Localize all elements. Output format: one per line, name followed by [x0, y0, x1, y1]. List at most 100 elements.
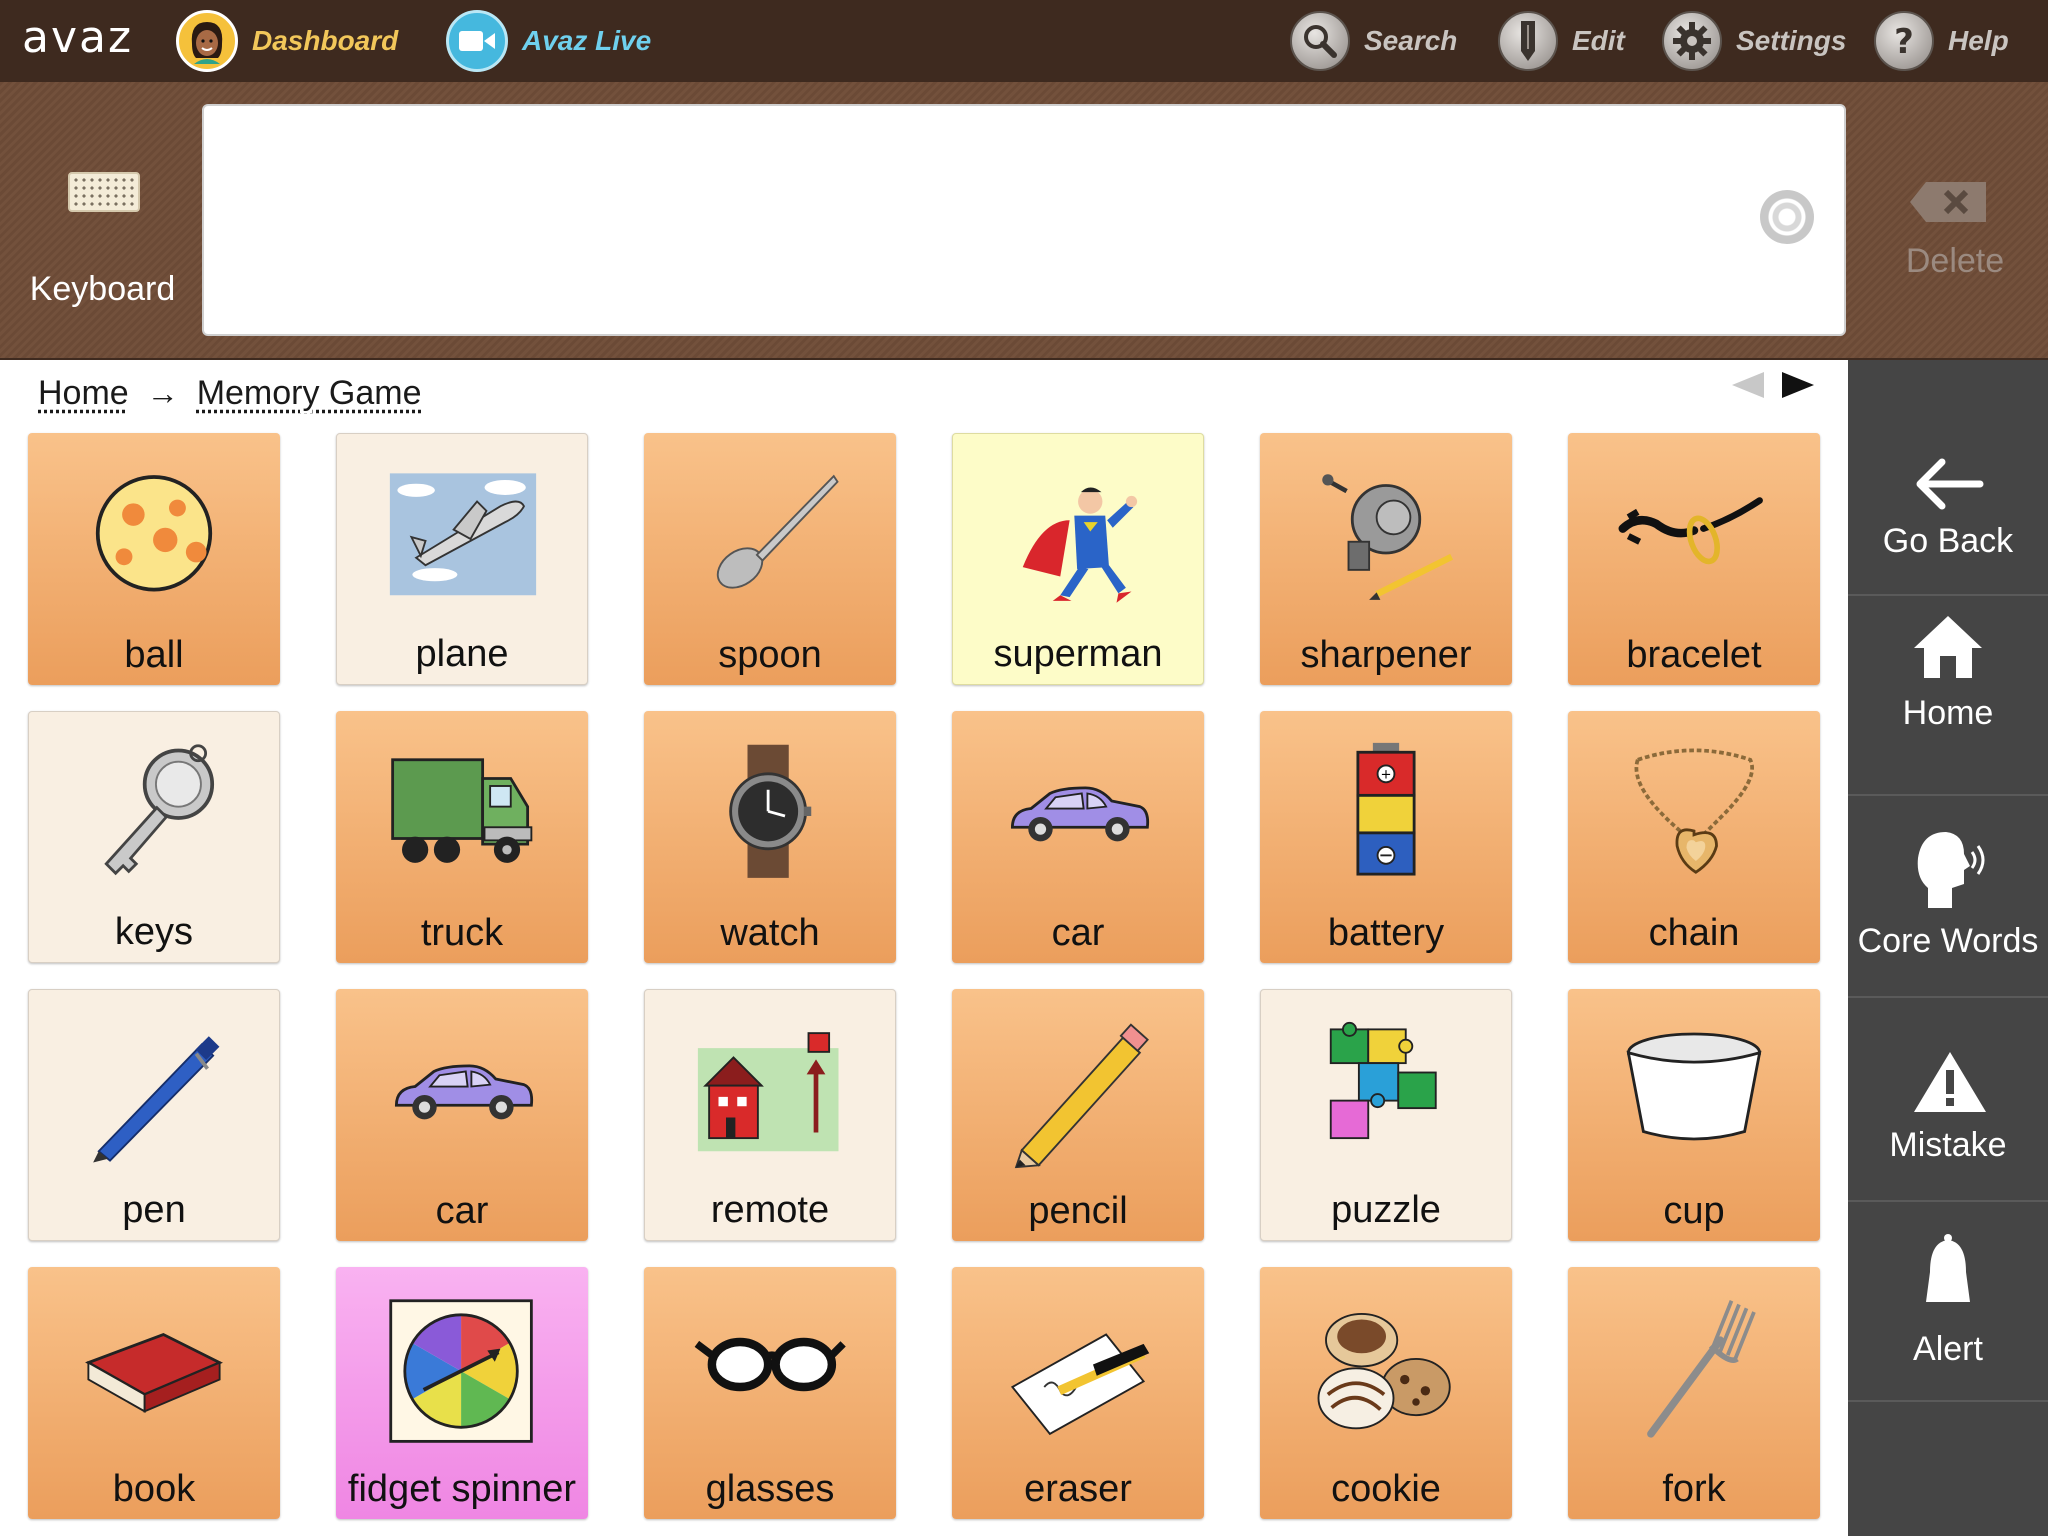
- keys-icon: [104, 744, 215, 876]
- gear-icon: [1662, 11, 1722, 71]
- speaking-head-icon: [1917, 832, 1985, 908]
- spoon-icon: [716, 474, 839, 589]
- word-tile[interactable]: car: [336, 989, 588, 1241]
- mistake-label: Mistake: [1889, 1126, 2007, 1164]
- word-tile-label: pencil: [1028, 1190, 1128, 1232]
- word-tile[interactable]: pencil: [952, 989, 1204, 1241]
- car-icon: [1010, 786, 1150, 842]
- settings-button[interactable]: Settings: [1662, 0, 1846, 82]
- ball-icon: [95, 475, 213, 592]
- previous-page-arrow-icon[interactable]: [1732, 372, 1764, 398]
- word-tile-label: fork: [1662, 1468, 1726, 1510]
- word-tile[interactable]: glasses: [644, 1267, 896, 1519]
- word-tile-label: spoon: [718, 634, 822, 676]
- speak-indicator-icon[interactable]: [1760, 190, 1814, 244]
- breadcrumb-current[interactable]: Memory Game: [197, 374, 422, 413]
- word-tile[interactable]: eraser: [952, 1267, 1204, 1519]
- warning-icon: [1914, 1052, 1986, 1112]
- word-tile-label: ball: [124, 634, 184, 676]
- chain-icon: [1634, 748, 1754, 874]
- word-tile[interactable]: plane: [336, 433, 588, 685]
- word-tile[interactable]: book: [28, 1267, 280, 1519]
- word-tile[interactable]: spoon: [644, 433, 896, 685]
- word-tile-label: pen: [122, 1189, 186, 1231]
- truck-icon: [391, 758, 533, 863]
- alert-button[interactable]: Alert: [1848, 1202, 2048, 1402]
- settings-label: Settings: [1736, 25, 1847, 56]
- breadcrumb: Home → Memory Game: [38, 374, 422, 413]
- help-label: Help: [1948, 25, 2009, 56]
- word-tile[interactable]: cup: [1568, 989, 1820, 1241]
- word-tile-label: cookie: [1331, 1468, 1441, 1510]
- next-page-arrow-icon[interactable]: [1782, 372, 1814, 398]
- cup-icon: [1626, 1032, 1762, 1141]
- cookie-icon: [1317, 1312, 1451, 1430]
- word-tile-label: remote: [710, 1189, 830, 1231]
- pen-icon: [93, 1036, 220, 1163]
- word-tile[interactable]: chain: [1568, 711, 1820, 963]
- avaz-live-button[interactable]: Avaz Live: [446, 0, 651, 82]
- alert-label: Alert: [1913, 1330, 1983, 1368]
- puzzle-icon: [1329, 1021, 1437, 1140]
- plane-icon: [389, 473, 537, 596]
- avatar: [176, 10, 238, 72]
- dashboard-button[interactable]: Dashboard: [176, 0, 398, 82]
- word-tile[interactable]: + battery: [1260, 711, 1512, 963]
- bell-icon: [1926, 1234, 1970, 1302]
- word-tile[interactable]: ball: [28, 433, 280, 685]
- pencil-edit-icon: [1498, 11, 1558, 71]
- avaz-live-label: Avaz Live: [522, 25, 652, 56]
- backspace-icon: [1910, 182, 1986, 222]
- arrow-left-icon: [1916, 458, 1984, 510]
- bracelet-icon: [1618, 497, 1763, 565]
- help-icon: ?: [1874, 11, 1934, 71]
- edit-button[interactable]: Edit: [1498, 0, 1625, 82]
- word-tile[interactable]: car: [952, 711, 1204, 963]
- word-tile[interactable]: bracelet: [1568, 433, 1820, 685]
- top-bar: avaz Dashboard Avaz Live Search Edit Set…: [0, 0, 2048, 82]
- word-tile[interactable]: sharpener: [1260, 433, 1512, 685]
- word-tile[interactable]: fork: [1568, 1267, 1820, 1519]
- word-tile[interactable]: pen: [28, 989, 280, 1241]
- word-tile[interactable]: watch: [644, 711, 896, 963]
- core-words-label: Core Words: [1857, 922, 2039, 960]
- word-tile[interactable]: truck: [336, 711, 588, 963]
- word-tile-label: glasses: [705, 1468, 835, 1510]
- sharpener-icon: [1322, 474, 1454, 600]
- word-tile[interactable]: keys: [28, 711, 280, 963]
- word-tile[interactable]: puzzle: [1260, 989, 1512, 1241]
- core-words-button[interactable]: Core Words: [1848, 796, 2048, 998]
- keyboard-button[interactable]: Keyboard: [0, 82, 205, 360]
- word-tile-label: plane: [415, 633, 509, 675]
- word-tile[interactable]: remote: [644, 989, 896, 1241]
- remote-icon: [697, 1032, 839, 1152]
- pencil-icon: [1014, 1023, 1149, 1169]
- delete-button[interactable]: Delete: [1870, 170, 2040, 300]
- word-tile[interactable]: cookie: [1260, 1267, 1512, 1519]
- home-button[interactable]: Home: [1848, 596, 2048, 796]
- message-box[interactable]: [202, 104, 1846, 336]
- word-tile-label: watch: [720, 912, 820, 954]
- keyboard-icon: [68, 172, 140, 212]
- eraser-icon: [1010, 1333, 1150, 1436]
- go-back-label: Go Back: [1882, 522, 2014, 560]
- mistake-button[interactable]: Mistake: [1848, 998, 2048, 1202]
- search-button[interactable]: Search: [1290, 0, 1457, 82]
- breadcrumb-home[interactable]: Home: [38, 374, 129, 413]
- word-tile-label: superman: [993, 633, 1163, 675]
- car-icon: [394, 1064, 534, 1120]
- go-back-button[interactable]: Go Back: [1848, 360, 2048, 596]
- home-icon: [1914, 616, 1982, 678]
- fidget-spinner-icon: [389, 1299, 533, 1443]
- delete-label: Delete: [1905, 242, 2005, 280]
- watch-icon: [729, 744, 812, 878]
- word-tile-label: battery: [1327, 912, 1445, 954]
- edit-label: Edit: [1572, 25, 1625, 56]
- word-tile[interactable]: superman: [952, 433, 1204, 685]
- word-tile[interactable]: fidget spinner: [336, 1267, 588, 1519]
- word-tile-label: book: [112, 1468, 196, 1510]
- help-button[interactable]: ? Help: [1874, 0, 2009, 82]
- word-tile-label: truck: [420, 912, 504, 954]
- word-tile-label: bracelet: [1626, 634, 1762, 676]
- word-tile-label: cup: [1663, 1190, 1725, 1232]
